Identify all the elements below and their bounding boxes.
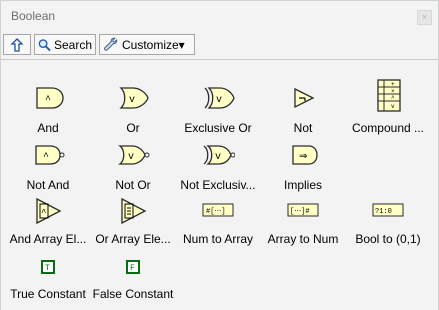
not-label: Not [293, 121, 313, 135]
exclusive-or-function[interactable]: v Exclusive Or [175, 85, 261, 135]
and-function[interactable]: ^ And [5, 85, 91, 135]
svg-text:^: ^ [43, 152, 49, 163]
up-button[interactable] [3, 34, 31, 55]
magnifier-icon [38, 38, 51, 51]
svg-text:T: T [45, 264, 50, 273]
bool-to-01-function[interactable]: ?1:0 Bool to (0,1) [345, 200, 431, 248]
svg-text:+: + [391, 81, 395, 88]
boolean-palette-window: Boolean × Search Customize▾ ^ And v Or v… [0, 0, 439, 310]
not-function[interactable]: Not [260, 85, 346, 135]
svg-text:#[⋯]: #[⋯] [206, 208, 226, 216]
implies-label: Implies [283, 178, 322, 192]
compound-arithmetic-icon: + × ^ v [377, 79, 401, 112]
true-constant-icon: T [41, 260, 55, 274]
or-array-elements-icon [121, 197, 147, 225]
function-palette: ^ And v Or v Exclusive Or Not + × ^ v Co… [1, 59, 438, 310]
bool-to-01-label: Bool to (0,1) [355, 232, 421, 246]
not-exclusive-or-function[interactable]: v Not Exclusiv... [175, 142, 261, 192]
not-or-label: Not Or [115, 178, 151, 192]
svg-text:^: ^ [41, 208, 46, 218]
true-constant-function[interactable]: T True Constant [5, 258, 91, 306]
search-label: Search [53, 37, 92, 52]
boolean-to-01-icon: ?1:0 [372, 203, 404, 217]
or-gate-icon: v [119, 87, 149, 109]
wrench-icon [104, 37, 118, 51]
and-array-elements-function[interactable]: ^ And Array El... [5, 196, 91, 248]
svg-text:v: v [129, 95, 135, 106]
or-function[interactable]: v Or [90, 85, 176, 135]
svg-text:^: ^ [45, 95, 51, 106]
exclusive-or-label: Exclusive Or [184, 121, 252, 135]
and-array-elements-icon: ^ [36, 197, 62, 225]
number-to-array-function[interactable]: #[⋯] Num to Array [175, 200, 261, 248]
svg-text:v: v [215, 152, 221, 163]
xnor-gate-icon: v [203, 145, 235, 165]
nor-gate-icon: v [118, 145, 150, 165]
svg-text:v: v [216, 95, 222, 106]
not-or-function[interactable]: v Not Or [90, 142, 176, 192]
implies-gate-icon: ⇒ [292, 145, 318, 165]
window-title: Boolean [11, 9, 56, 23]
or-array-label: Or Array Ele... [95, 232, 171, 246]
not-gate-icon [294, 87, 315, 109]
and-label: And [37, 121, 59, 135]
implies-function[interactable]: ⇒ Implies [260, 142, 346, 192]
false-constant-label: False Constant [92, 287, 174, 301]
and-array-label: And Array El... [9, 232, 87, 246]
true-constant-label: True Constant [10, 287, 86, 301]
nand-gate-icon: ^ [35, 145, 65, 165]
or-array-elements-function[interactable]: Or Array Ele... [90, 196, 176, 248]
xor-gate-icon: v [204, 87, 235, 109]
or-label: Or [126, 121, 140, 135]
boolean-array-to-number-icon: [⋯]# [287, 203, 319, 217]
svg-text:v: v [391, 103, 395, 110]
not-and-function[interactable]: ^ Not And [5, 142, 91, 192]
number-to-boolean-array-icon: #[⋯] [202, 203, 234, 217]
not-and-label: Not And [26, 178, 70, 192]
false-constant-function[interactable]: F False Constant [90, 258, 176, 306]
close-icon[interactable]: × [417, 10, 432, 25]
customize-button[interactable]: Customize▾ [99, 34, 195, 55]
svg-text:⇒: ⇒ [299, 152, 307, 163]
not-exclusive-label: Not Exclusiv... [180, 178, 256, 192]
svg-text:^: ^ [391, 95, 395, 102]
search-button[interactable]: Search [34, 34, 96, 55]
svg-text:v: v [128, 152, 134, 163]
compound-arithmetic-function[interactable]: + × ^ v Compound ... [345, 78, 431, 136]
palette-toolbar: Search Customize▾ [1, 33, 438, 56]
title-bar: Boolean × [1, 1, 438, 33]
svg-text:F: F [130, 264, 135, 273]
false-constant-icon: F [126, 260, 140, 274]
svg-text:?1:0: ?1:0 [375, 208, 392, 216]
customize-label: Customize▾ [122, 37, 185, 52]
up-arrow-icon [10, 37, 24, 52]
and-gate-icon: ^ [36, 87, 64, 109]
num-to-array-label: Num to Array [182, 232, 254, 246]
array-to-number-function[interactable]: [⋯]# Array to Num [260, 200, 346, 248]
svg-text:[⋯]#: [⋯]# [290, 208, 310, 216]
svg-text:×: × [391, 88, 395, 95]
compound-label: Compound ... [351, 121, 425, 135]
array-to-num-label: Array to Num [267, 232, 339, 246]
